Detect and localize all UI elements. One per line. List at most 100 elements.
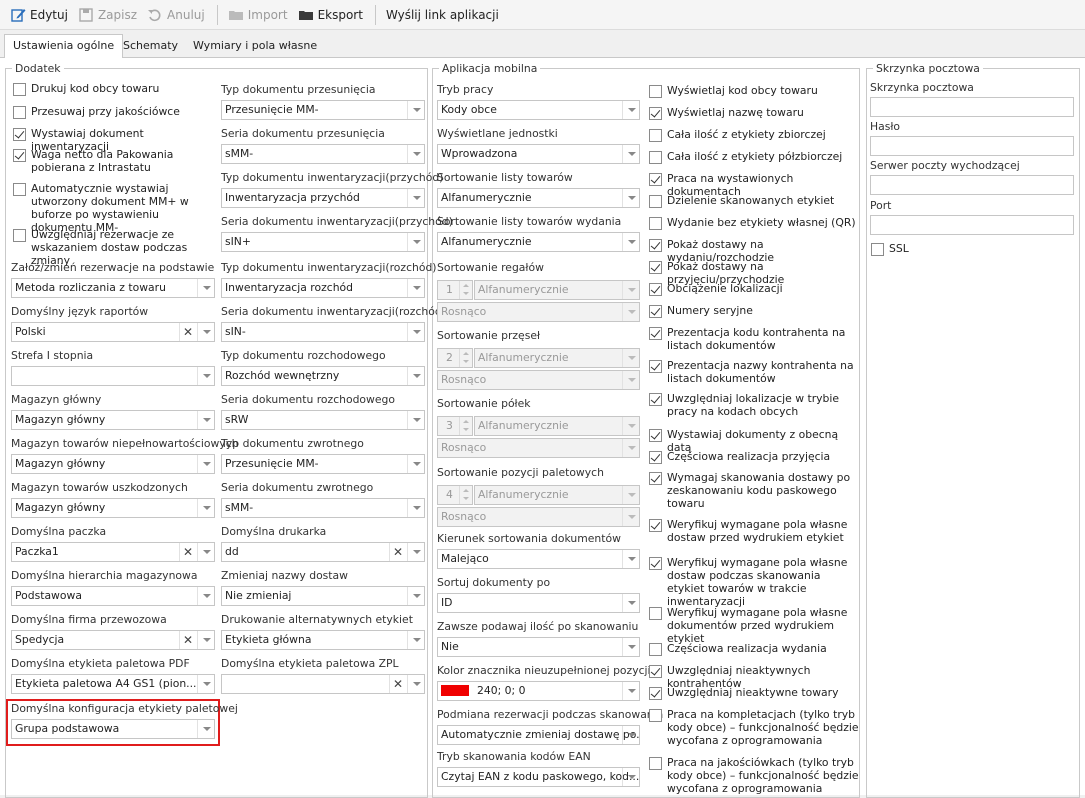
- checkbox-box[interactable]: [649, 687, 662, 700]
- chevron-down-icon[interactable]: [197, 675, 214, 693]
- mobile-combo[interactable]: Automatycznie zmieniaj dostawę po...: [437, 725, 640, 745]
- chevron-down-icon[interactable]: [622, 682, 639, 700]
- import-button[interactable]: Import: [224, 3, 292, 27]
- sort-order-spinner[interactable]: 2: [437, 348, 473, 368]
- sort-type-combo[interactable]: Alfanumerycznie: [474, 416, 640, 436]
- chevron-down-icon[interactable]: [407, 189, 424, 207]
- mail-text-input[interactable]: [870, 136, 1074, 156]
- mobile-checkbox[interactable]: Obciążenie lokalizacji: [649, 282, 861, 296]
- mobile-checkbox[interactable]: Prezentacja kodu kontrahenta na listach …: [649, 326, 861, 352]
- checkbox-box[interactable]: [13, 229, 26, 242]
- addon-left-combo[interactable]: [11, 366, 215, 386]
- addon-right-combo[interactable]: sIN+: [221, 232, 425, 252]
- mobile-combo[interactable]: Alfanumerycznie: [437, 232, 640, 252]
- mobile-checkbox[interactable]: Wyświetlaj nazwę towaru: [649, 106, 861, 120]
- mobile-combo[interactable]: Wprowadzona: [437, 144, 640, 164]
- checkbox-box[interactable]: [649, 85, 662, 98]
- checkbox-box[interactable]: [649, 451, 662, 464]
- mobile-checkbox[interactable]: Numery seryjne: [649, 304, 861, 318]
- chevron-down-icon[interactable]: [622, 508, 639, 526]
- checkbox-box[interactable]: [649, 261, 662, 274]
- tab-schemes[interactable]: Schematy: [114, 34, 187, 58]
- checkbox-box[interactable]: [649, 519, 662, 532]
- tab-dimensions-custom-fields[interactable]: Wymiary i pola własne: [184, 34, 326, 58]
- sort-type-combo[interactable]: Alfanumerycznie: [474, 348, 640, 368]
- addon-right-combo[interactable]: sMM-: [221, 144, 425, 164]
- clear-icon[interactable]: ✕: [179, 543, 196, 561]
- chevron-down-icon[interactable]: [622, 101, 639, 119]
- export-button[interactable]: Eksport: [294, 3, 367, 27]
- checkbox-box[interactable]: [649, 305, 662, 318]
- clear-icon[interactable]: ✕: [179, 631, 196, 649]
- sort-direction-combo[interactable]: Rosnąco: [437, 370, 640, 390]
- addon-right-combo[interactable]: sRW: [221, 410, 425, 430]
- checkbox-box[interactable]: [649, 283, 662, 296]
- chevron-down-icon[interactable]: [197, 543, 214, 561]
- addon-left-combo[interactable]: Magazyn główny: [11, 410, 215, 430]
- checkbox-box[interactable]: [871, 243, 884, 256]
- addon-left-combo[interactable]: Grupa podstawowa: [11, 719, 215, 739]
- checkbox-box[interactable]: [649, 173, 662, 186]
- addon-left-combo[interactable]: Magazyn główny: [11, 454, 215, 474]
- chevron-down-icon[interactable]: [407, 543, 424, 561]
- addon-right-combo[interactable]: sMM-: [221, 498, 425, 518]
- mobile-checkbox[interactable]: Weryfikuj wymagane pola własne dokumentó…: [649, 606, 861, 645]
- checkbox-box[interactable]: [649, 709, 662, 722]
- mobile-combo[interactable]: Kody obce: [437, 100, 640, 120]
- mobile-checkbox[interactable]: Dzielenie skanowanych etykiet: [649, 194, 861, 208]
- sort-order-spinner[interactable]: 1: [437, 280, 473, 300]
- chevron-down-icon[interactable]: [622, 349, 639, 367]
- spinner-arrows-icon[interactable]: [459, 417, 472, 435]
- mobile-checkbox[interactable]: Weryfikuj wymagane pola własne dostaw po…: [649, 556, 861, 608]
- checkbox-box[interactable]: [649, 151, 662, 164]
- addon-right-combo[interactable]: ✕: [221, 674, 425, 694]
- mobile-checkbox[interactable]: Weryfikuj wymagane pola własne dostaw pr…: [649, 518, 861, 544]
- chevron-down-icon[interactable]: [197, 323, 214, 341]
- addon-right-combo[interactable]: Inwentaryzacja przychód: [221, 188, 425, 208]
- chevron-down-icon[interactable]: [407, 675, 424, 693]
- addon-right-combo[interactable]: Przesunięcie MM-: [221, 100, 425, 120]
- chevron-down-icon[interactable]: [407, 323, 424, 341]
- addon-checkbox[interactable]: Automatycznie wystawiaj utworzony dokume…: [13, 182, 213, 234]
- sort-type-combo[interactable]: Alfanumerycznie: [474, 280, 640, 300]
- chevron-down-icon[interactable]: [407, 367, 424, 385]
- chevron-down-icon[interactable]: [622, 303, 639, 321]
- mobile-checkbox[interactable]: Wyświetlaj kod obcy towaru: [649, 84, 861, 98]
- chevron-down-icon[interactable]: [622, 145, 639, 163]
- clear-icon[interactable]: ✕: [179, 323, 196, 341]
- addon-left-combo[interactable]: Spedycja ✕: [11, 630, 215, 650]
- chevron-down-icon[interactable]: [622, 189, 639, 207]
- chevron-down-icon[interactable]: [622, 638, 639, 656]
- checkbox-box[interactable]: [649, 665, 662, 678]
- mobile-checkbox[interactable]: Wymagaj skanowania dostawy po zeskanowan…: [649, 471, 861, 510]
- checkbox-box[interactable]: [649, 607, 662, 620]
- clear-icon[interactable]: ✕: [389, 543, 406, 561]
- chevron-down-icon[interactable]: [407, 145, 424, 163]
- chevron-down-icon[interactable]: [407, 499, 424, 517]
- mobile-checkbox[interactable]: Prezentacja nazwy kontrahenta na listach…: [649, 359, 861, 385]
- addon-right-combo[interactable]: Rozchód wewnętrzny: [221, 366, 425, 386]
- mobile-checkbox[interactable]: Częściowa realizacja wydania: [649, 642, 861, 656]
- addon-left-combo[interactable]: Magazyn główny: [11, 498, 215, 518]
- addon-checkbox[interactable]: Waga netto dla Pakowania pobierana z Int…: [13, 148, 213, 174]
- addon-left-combo[interactable]: Paczka1 ✕: [11, 542, 215, 562]
- chevron-down-icon[interactable]: [197, 499, 214, 517]
- chevron-down-icon[interactable]: [197, 411, 214, 429]
- checkbox-box[interactable]: [649, 129, 662, 142]
- checkbox-box[interactable]: [13, 183, 26, 196]
- addon-checkbox[interactable]: Przesuwaj przy jakościówce: [13, 105, 213, 119]
- mobile-checkbox[interactable]: Uwzględniaj nieaktywne towary: [649, 686, 861, 700]
- checkbox-box[interactable]: [13, 128, 26, 141]
- mail-text-input[interactable]: [870, 97, 1074, 117]
- chevron-down-icon[interactable]: [407, 233, 424, 251]
- mobile-checkbox[interactable]: Wydanie bez etykiety własnej (QR): [649, 216, 861, 230]
- sort-type-combo[interactable]: Alfanumerycznie: [474, 485, 640, 505]
- mobile-combo[interactable]: Malejąco: [437, 549, 640, 569]
- chevron-down-icon[interactable]: [622, 233, 639, 251]
- sort-direction-combo[interactable]: Rosnąco: [437, 438, 640, 458]
- chevron-down-icon[interactable]: [622, 281, 639, 299]
- chevron-down-icon[interactable]: [197, 279, 214, 297]
- chevron-down-icon[interactable]: [407, 279, 424, 297]
- checkbox-box[interactable]: [649, 217, 662, 230]
- mail-text-input[interactable]: [870, 215, 1074, 235]
